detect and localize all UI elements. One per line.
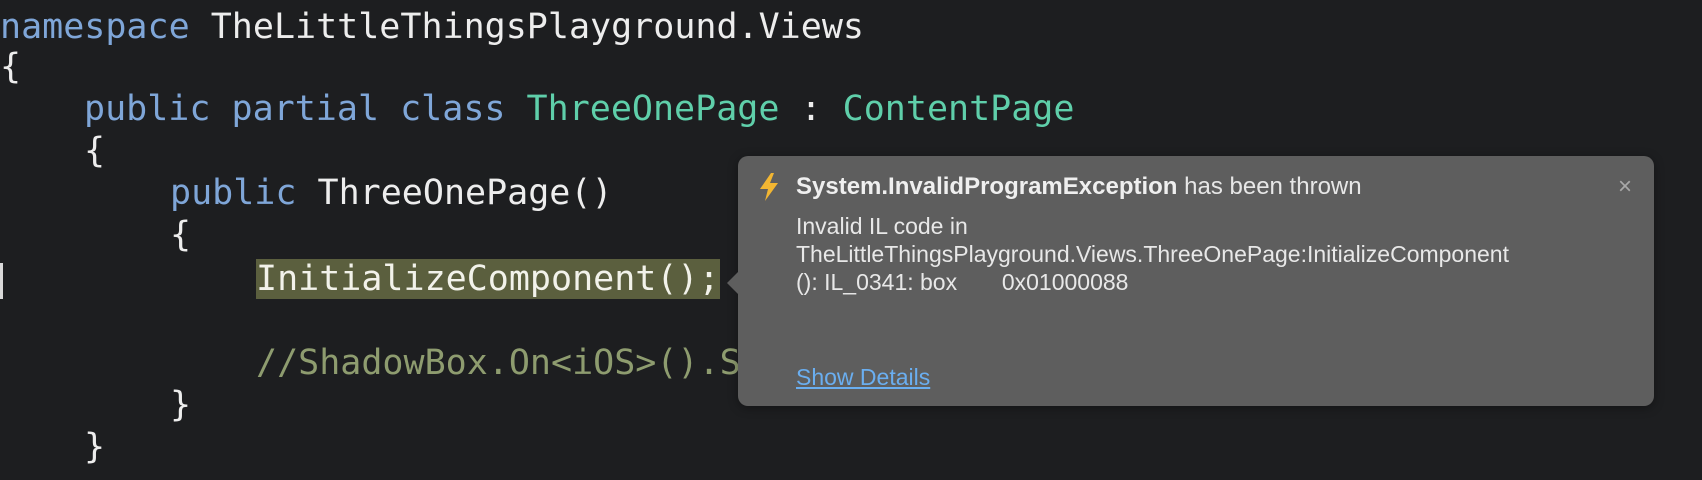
open-brace: { [0, 47, 22, 87]
exception-message: Invalid IL code in TheLittleThingsPlaygr… [796, 213, 1509, 295]
highlighted-statement[interactable]: InitializeComponent(); [256, 259, 720, 299]
public-keyword: public [84, 89, 211, 129]
code-editor[interactable]: namespace TheLittleThingsPlayground.View… [0, 0, 1702, 480]
code-line-3: public partial class ThreeOnePage : Cont… [84, 88, 1074, 130]
namespace-name: TheLittleThingsPlayground.Views [210, 7, 864, 47]
code-line-1: namespace TheLittleThingsPlayground.View… [0, 6, 864, 48]
code-line-6: { [170, 214, 191, 256]
code-line-5: public ThreeOnePage() [170, 172, 613, 214]
code-line-7: InitializeComponent(); [256, 258, 720, 300]
constructor-name: ThreeOnePage() [317, 173, 613, 213]
exception-title: System.InvalidProgramException has been … [796, 170, 1362, 204]
public-keyword: public [170, 173, 297, 213]
class-keyword: class [400, 89, 506, 129]
code-line-2: { [0, 46, 21, 88]
close-icon[interactable]: × [1618, 170, 1632, 204]
base-type: ContentPage [842, 89, 1075, 129]
popup-pointer [727, 272, 738, 294]
partial-keyword: partial [231, 89, 380, 129]
close-brace: } [84, 427, 106, 467]
close-brace: } [170, 385, 192, 425]
namespace-keyword: namespace [0, 7, 190, 47]
exception-title-suffix: has been thrown [1177, 173, 1362, 200]
code-comment: //ShadowBox.On<iOS>().S [256, 343, 741, 383]
class-name: ThreeOnePage [526, 89, 780, 129]
exception-popup: System.InvalidProgramException has been … [727, 156, 1654, 406]
inheritance-colon: : [800, 89, 822, 129]
code-line-8: //ShadowBox.On<iOS>().S [256, 342, 741, 384]
exception-type: System.InvalidProgramException [796, 173, 1178, 200]
code-line-4: { [84, 130, 105, 172]
show-details-link[interactable]: Show Details [796, 362, 930, 392]
code-line-9: } [170, 384, 191, 426]
lightning-bolt-icon [760, 173, 778, 201]
open-brace: { [170, 215, 192, 255]
code-line-10: } [84, 426, 105, 468]
text-caret [0, 263, 3, 299]
open-brace: { [84, 131, 106, 171]
